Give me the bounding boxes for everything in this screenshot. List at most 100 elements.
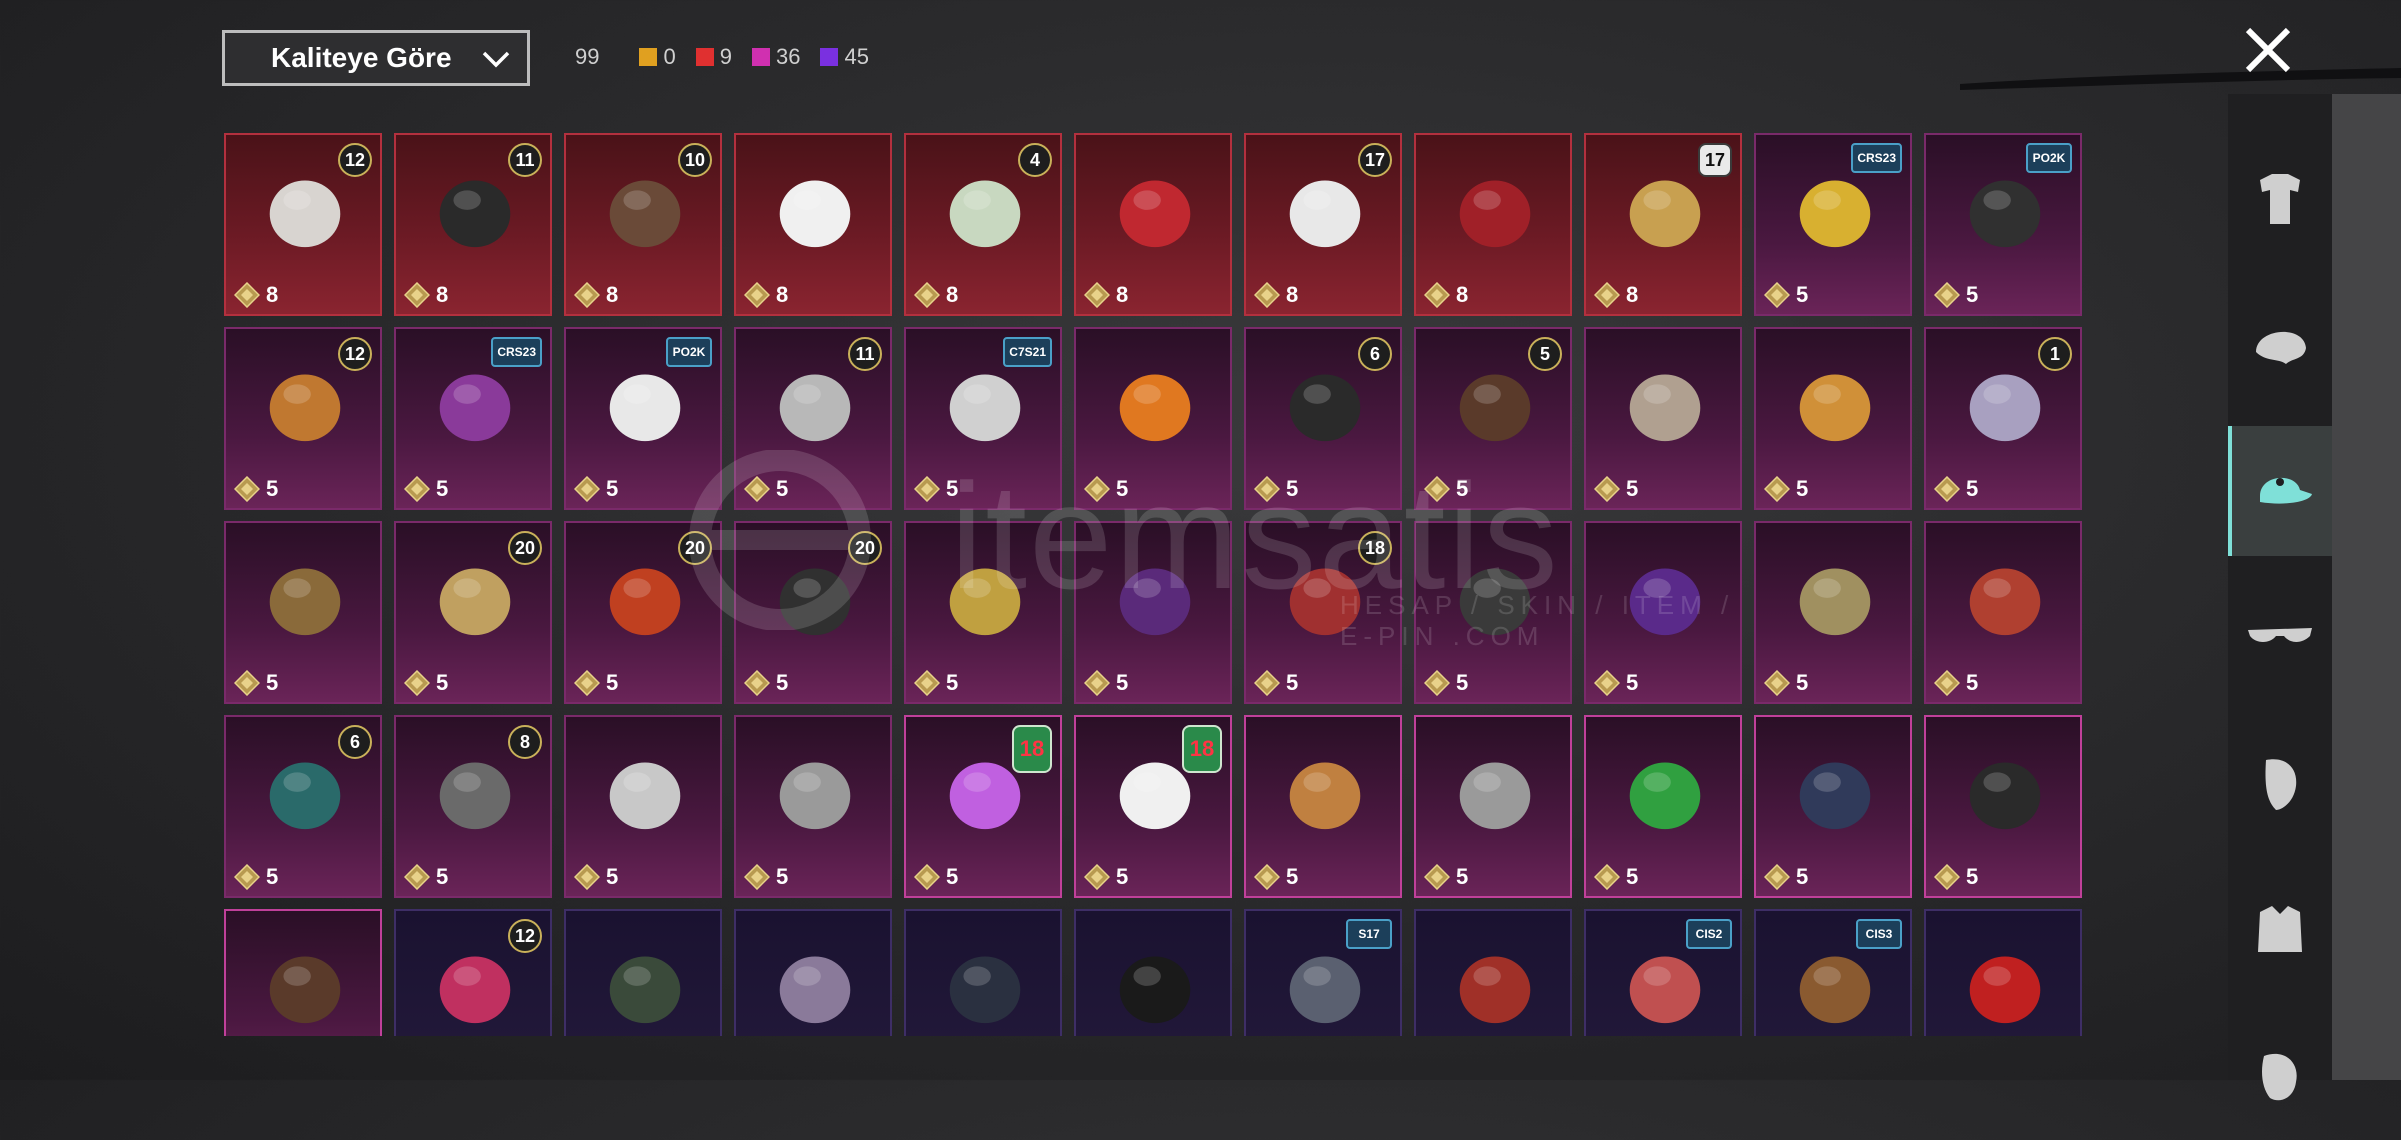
inventory-item[interactable]: 55 — [1414, 327, 1572, 510]
inventory-item[interactable]: 5 — [1754, 521, 1912, 704]
diamond-currency-icon — [404, 476, 430, 502]
inventory-item[interactable]: 8 — [1414, 133, 1572, 316]
item-cost: 5 — [1934, 476, 1978, 502]
category-tab-glasses[interactable] — [2228, 572, 2332, 702]
inventory-item[interactable] — [904, 909, 1062, 1036]
category-tab-jacket[interactable] — [2228, 864, 2332, 994]
inventory-item[interactable]: 8 — [734, 133, 892, 316]
item-cost-value: 5 — [1286, 864, 1299, 889]
rarity-count-purple: 45 — [820, 44, 869, 70]
inventory-item[interactable]: 5 — [1414, 521, 1572, 704]
item-cost: 8 — [744, 282, 788, 308]
inventory-item[interactable] — [564, 909, 722, 1036]
item-level-badge: PO2K — [2026, 143, 2072, 173]
diamond-currency-icon — [1594, 282, 1620, 308]
inventory-item[interactable]: 5 — [904, 521, 1062, 704]
diamond-currency-icon — [234, 282, 260, 308]
rarity-count-red: 9 — [695, 44, 732, 70]
inventory-item[interactable]: 11 8 — [394, 133, 552, 316]
item-level-badge: 10 — [678, 143, 712, 177]
inventory-item[interactable]: CRS23 5 — [394, 327, 552, 510]
diamond-currency-icon — [1254, 864, 1280, 890]
inventory-item[interactable]: 17 8 — [1584, 133, 1742, 316]
category-tab-outfit[interactable] — [2228, 134, 2332, 264]
inventory-item[interactable]: CIS3 — [1754, 909, 1912, 1036]
item-image — [1289, 762, 1361, 830]
inventory-item[interactable]: 85 — [394, 715, 552, 898]
item-cost: 8 — [404, 282, 448, 308]
category-tab-hat[interactable] — [2228, 426, 2332, 556]
inventory-item[interactable]: CRS23 5 — [1754, 133, 1912, 316]
category-tab-mask[interactable] — [2228, 718, 2332, 848]
inventory-item[interactable]: 10 8 — [564, 133, 722, 316]
inventory-item[interactable]: 11 5 — [734, 327, 892, 510]
item-cost: 5 — [1254, 476, 1298, 502]
inventory-item[interactable]: 5 — [1924, 521, 2082, 704]
inventory-item[interactable] — [734, 909, 892, 1036]
item-cost-value: 5 — [436, 864, 449, 889]
rarity-swatch — [639, 48, 658, 66]
inventory-item[interactable]: 5 — [1074, 327, 1232, 510]
item-image — [1119, 180, 1191, 248]
inventory-item[interactable]: 5 — [1924, 715, 2082, 898]
item-image — [609, 568, 681, 636]
item-level-badge: 8 — [508, 725, 542, 759]
inventory-item[interactable]: S17 — [1244, 909, 1402, 1036]
inventory-item[interactable] — [1074, 909, 1232, 1036]
hair-icon — [2256, 331, 2306, 364]
inventory-item[interactable]: 5 — [1584, 715, 1742, 898]
inventory-item[interactable]: 5 — [564, 715, 722, 898]
inventory-item[interactable]: 18 5 — [904, 715, 1062, 898]
inventory-item[interactable]: CIS2 — [1584, 909, 1742, 1036]
inventory-item[interactable]: 5 — [734, 715, 892, 898]
inventory-item[interactable]: C7S21 5 — [904, 327, 1062, 510]
item-cost: 5 — [1084, 670, 1128, 696]
inventory-item[interactable]: 20 5 — [564, 521, 722, 704]
inventory-item[interactable]: 5 — [1754, 715, 1912, 898]
item-cost: 5 — [1424, 864, 1468, 890]
inventory-item[interactable]: 20 5 — [394, 521, 552, 704]
inventory-item[interactable]: 5 — [1754, 327, 1912, 510]
inventory-item[interactable]: PO2K 5 — [1924, 133, 2082, 316]
inventory-item[interactable]: 65 — [1244, 327, 1402, 510]
inventory-item[interactable]: 12 5 — [224, 327, 382, 510]
inventory-item[interactable]: 12 — [394, 909, 552, 1036]
inventory-item[interactable]: 48 — [904, 133, 1062, 316]
inventory-item[interactable] — [1924, 909, 2082, 1036]
sort-dropdown[interactable]: Kaliteye Göre — [222, 30, 530, 86]
inventory-item[interactable]: 5 — [1584, 327, 1742, 510]
item-cost: 5 — [1764, 476, 1808, 502]
inventory-grid: 12 8 11 8 10 8 8 4 8 8 17 8 8 17 8 CRS23 5 PO2K 5 12 5 CRS23 5… — [224, 133, 2084, 1036]
inventory-item[interactable]: 20 5 — [734, 521, 892, 704]
diamond-currency-icon — [1764, 476, 1790, 502]
item-level-badge: 18 — [1012, 725, 1052, 773]
inventory-item[interactable] — [224, 909, 382, 1036]
inventory-item[interactable]: 5 — [1584, 521, 1742, 704]
inventory-item[interactable]: 5 — [1244, 715, 1402, 898]
inventory-item[interactable]: 5 — [1414, 715, 1572, 898]
inventory-item[interactable]: 5 — [224, 521, 382, 704]
item-cost-value: 8 — [946, 282, 959, 307]
item-cost-value: 8 — [1626, 282, 1639, 307]
inventory-item[interactable]: 8 — [1074, 133, 1232, 316]
inventory-item[interactable]: 17 8 — [1244, 133, 1402, 316]
inventory-item[interactable]: 15 — [1924, 327, 2082, 510]
close-icon[interactable] — [2238, 20, 2298, 80]
inventory-item[interactable]: 65 — [224, 715, 382, 898]
item-level-badge: 5 — [1528, 337, 1562, 371]
inventory-item[interactable]: 5 — [1074, 521, 1232, 704]
outfit-icon — [2260, 174, 2300, 224]
item-cost-value: 5 — [776, 476, 789, 501]
item-level-badge: 6 — [338, 725, 372, 759]
item-level-badge: 11 — [508, 143, 542, 177]
inventory-item[interactable]: 18 5 — [1074, 715, 1232, 898]
inventory-item[interactable]: 18 5 — [1244, 521, 1402, 704]
category-tab-hair[interactable] — [2228, 280, 2332, 410]
item-cost: 8 — [1594, 282, 1638, 308]
category-tab-face[interactable] — [2228, 1010, 2332, 1140]
category-sidebar — [2228, 94, 2332, 1101]
inventory-item[interactable]: PO2K 5 — [564, 327, 722, 510]
inventory-item[interactable]: 12 8 — [224, 133, 382, 316]
item-cost: 5 — [1254, 670, 1298, 696]
inventory-item[interactable] — [1414, 909, 1572, 1036]
